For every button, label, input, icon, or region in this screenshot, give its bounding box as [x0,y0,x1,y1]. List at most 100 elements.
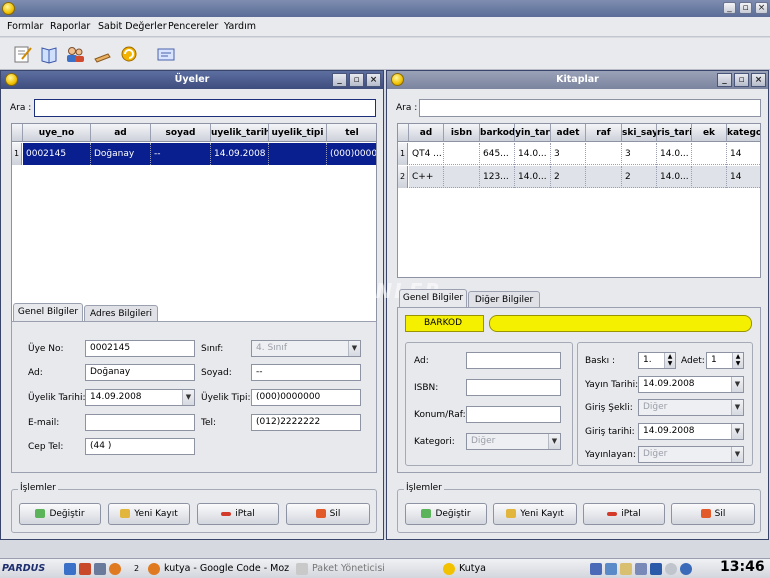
barkod-input[interactable] [489,315,752,332]
column-header[interactable]: uyelik_tarihi [211,124,269,142]
tab-genel-bilgiler[interactable]: Genel Bilgiler [13,303,83,322]
tel-field[interactable]: (012)2222222 [251,414,361,431]
menu-formlar[interactable]: Formlar [7,21,43,32]
spinner-arrows-icon[interactable]: ▲ ▼ [664,353,675,368]
column-header[interactable]: ski_say [622,124,657,142]
column-header[interactable]: kategor [727,124,760,142]
refresh-icon[interactable] [118,44,140,64]
close-icon[interactable]: × [751,73,766,87]
power-icon[interactable] [665,562,678,575]
notes-icon[interactable] [620,562,633,575]
degistir-button[interactable]: Değiştir [405,503,487,525]
column-header[interactable]: uye_no [23,124,91,142]
card-icon[interactable] [155,44,177,64]
column-header[interactable]: ek [692,124,727,142]
table-row[interactable]: 0002145 Doğanay -- 14.09.2008 (000)0000.… [23,143,376,165]
soyad-field[interactable]: -- [251,364,361,381]
adet-spinner[interactable]: 1 ▲ ▼ [706,352,744,369]
desktop-switcher[interactable]: 2 [134,562,139,576]
chevron-down-icon[interactable]: ▼ [731,424,743,439]
column-header[interactable]: raf [586,124,622,142]
chevron-down-icon[interactable]: ▼ [182,390,194,405]
menu-sabit-degerler[interactable]: Sabit Değerler [98,21,167,32]
book-icon[interactable] [38,44,60,64]
row-number[interactable]: 1 [12,143,22,165]
isbn-field[interactable] [466,379,561,396]
pen-icon[interactable] [92,44,114,64]
minimize-icon[interactable]: _ [723,2,736,14]
maximize-icon[interactable]: ▫ [734,73,749,87]
volume-icon[interactable] [590,562,602,575]
column-header[interactable]: yin_tar [515,124,551,142]
sil-button[interactable]: Sil [671,503,755,525]
clock-icon[interactable] [680,562,693,575]
row-number[interactable]: 2 [398,166,408,188]
yayin-tarihi-date[interactable]: 14.09.2008 ▼ [638,376,744,393]
chevron-down-icon[interactable]: ▼ [731,377,743,392]
maximize-icon[interactable]: ▫ [349,73,364,87]
uye-no-field[interactable]: 0002145 [85,340,195,357]
tab-adres-bilgileri[interactable]: Adres Bilgileri [84,305,158,322]
system-icon[interactable] [79,562,92,575]
email-field[interactable] [85,414,195,431]
table-row[interactable]: C++ 123... 14.0... 2 2 14.0... 14 [409,166,760,188]
column-header[interactable]: tel [327,124,376,142]
edit-icon[interactable] [12,44,34,64]
home-icon[interactable] [64,562,76,575]
column-header[interactable]: ad [409,124,444,142]
kategori-select[interactable]: Diğer ▼ [466,433,561,450]
chevron-down-icon[interactable]: ▼ [731,447,743,462]
yeni-kayit-button[interactable]: Yeni Kayıt [108,503,190,525]
column-header[interactable]: isbn [444,124,480,142]
minimize-icon[interactable]: _ [332,73,347,87]
sinif-select[interactable]: 4. Sınıf ▼ [251,340,361,357]
task-paket-yoneticisi[interactable]: Paket Yöneticisi [296,562,385,576]
menu-pencereler[interactable]: Pencereler [168,21,218,32]
start-button[interactable]: PARDUS [2,562,45,576]
row-number[interactable]: 1 [398,143,408,165]
restore-icon[interactable]: ▫ [739,2,752,14]
sil-button[interactable]: Sil [286,503,370,525]
column-header[interactable]: ris_tari [657,124,692,142]
chevron-down-icon[interactable]: ▼ [731,400,743,415]
firefox-icon[interactable] [109,562,122,575]
column-header[interactable]: barkod [480,124,515,142]
ad-field[interactable] [466,352,561,369]
giris-sekli-select[interactable]: Diğer ▼ [638,399,744,416]
table-row[interactable]: QT4 ... 645... 14.0... 3 3 14.0... 14 [409,143,760,165]
degistir-button[interactable]: Değiştir [19,503,101,525]
kitaplar-title-bar[interactable]: Kitaplar _ ▫ × [387,71,768,89]
close-icon[interactable]: × [366,73,381,87]
uyelik-tipi-field[interactable]: (000)0000000 [251,389,361,406]
network-icon[interactable] [605,562,618,575]
yeni-kayit-button[interactable]: Yeni Kayıt [493,503,577,525]
minimize-icon[interactable]: _ [717,73,732,87]
column-header[interactable]: uyelik_tipi [269,124,327,142]
column-header[interactable]: ad [91,124,151,142]
giris-tarihi-date[interactable]: 14.09.2008 ▼ [638,423,744,440]
users-icon[interactable] [64,44,86,64]
yayinlayan-select[interactable]: Diğer ▼ [638,446,744,463]
task-firefox[interactable]: kutya - Google Code - Moz [148,562,289,576]
search-input[interactable] [34,99,376,117]
tab-diger-bilgiler[interactable]: Diğer Bilgiler [468,291,540,308]
ad-field[interactable]: Doğanay [85,364,195,381]
column-header[interactable]: adet [551,124,586,142]
uyelik-tarihi-date[interactable]: 14.09.2008 ▼ [85,389,195,406]
iptal-button[interactable]: iPtal [583,503,665,525]
uyeler-title-bar[interactable]: Üyeler _ ▫ × [1,71,383,89]
monitor-icon[interactable] [635,562,648,575]
keyboard-icon[interactable] [650,562,663,575]
menu-raporlar[interactable]: Raporlar [50,21,90,32]
spinner-arrows-icon[interactable]: ▲ ▼ [732,353,743,368]
search-input[interactable] [419,99,761,117]
settings-icon[interactable] [94,562,107,575]
menu-yardim[interactable]: Yardım [224,21,256,32]
cep-tel-field[interactable]: (44 ) [85,438,195,455]
chevron-down-icon[interactable]: ▼ [348,341,360,356]
task-kutya[interactable]: Kutya [443,562,486,576]
close-icon[interactable]: × [755,2,768,14]
konum-field[interactable] [466,406,561,423]
column-header[interactable]: soyad [151,124,211,142]
tab-genel-bilgiler[interactable]: Genel Bilgiler [399,289,467,308]
